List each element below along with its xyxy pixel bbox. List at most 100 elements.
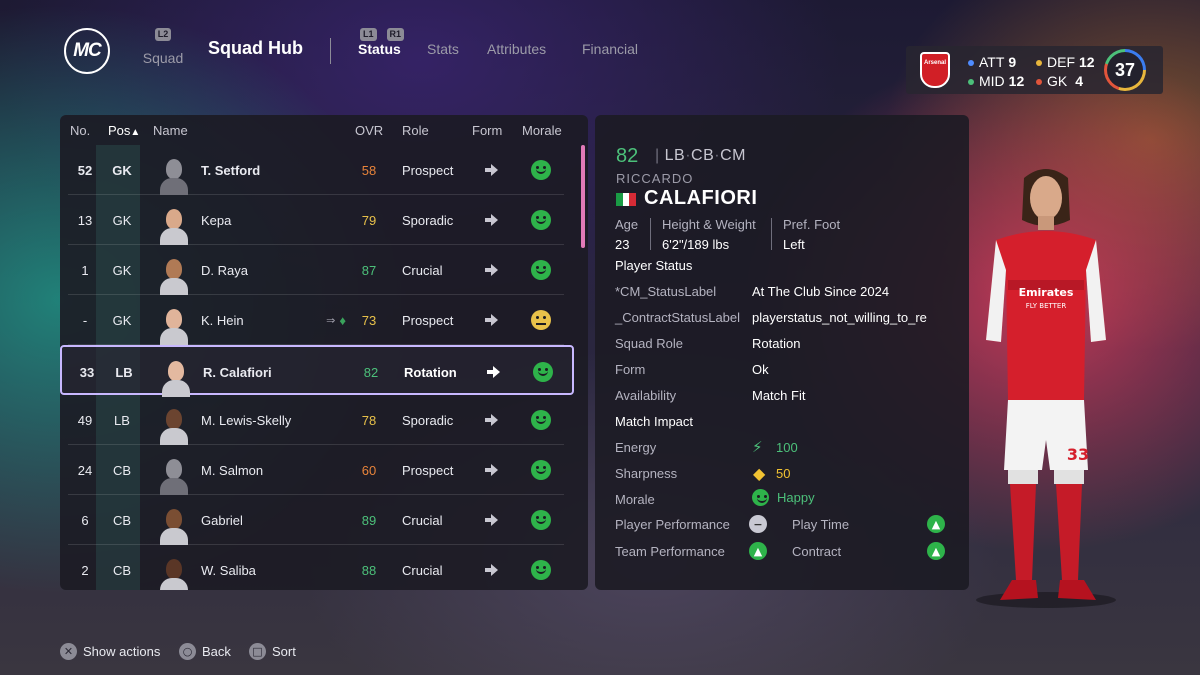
player-avatar xyxy=(156,445,192,495)
morale-smiley-icon xyxy=(526,545,556,590)
row-player-name: Gabriel xyxy=(201,512,243,528)
sharpness-value: 50 xyxy=(776,466,791,481)
sort-ascending-icon: ▲ xyxy=(130,127,141,138)
row-player-name: Kepa xyxy=(201,212,232,228)
avatar xyxy=(159,455,189,495)
gk-dot-icon xyxy=(1036,79,1042,86)
player-avatar xyxy=(156,545,192,590)
table-row[interactable]: - GK K. Hein ⇒ ♦ 73 Prospect xyxy=(68,295,564,345)
back-hint[interactable]: ○ Back xyxy=(179,643,231,660)
height-weight-value: 6'2"/189 lbs xyxy=(662,237,730,252)
energy-label: Energy xyxy=(615,440,657,455)
table-row[interactable]: 49 LB M. Lewis-Skelly 78 Sporadic xyxy=(68,395,564,445)
shorts-number: 33 xyxy=(1067,445,1089,464)
squad-table: No. Pos▲ Name OVR Role Form Morale 52 GK T… xyxy=(60,115,588,590)
row-role: Sporadic xyxy=(402,212,454,228)
row-role: Sporadic xyxy=(402,412,454,428)
status-label: *CM_StatusLabel xyxy=(615,284,717,299)
l2-button-hint: L2 xyxy=(154,28,172,41)
table-row[interactable]: 1 GK D. Raya 87 Crucial xyxy=(68,245,564,295)
sharpness-gem-icon xyxy=(753,464,767,483)
sort-hint[interactable]: □ Sort xyxy=(249,643,296,660)
table-row[interactable]: 13 GK Kepa 79 Sporadic xyxy=(68,195,564,245)
team-mid-stat: MID 12 xyxy=(968,73,1024,89)
row-position: LB xyxy=(115,364,133,380)
row-role: Crucial xyxy=(402,262,443,278)
col-header-morale[interactable]: Morale xyxy=(522,123,562,138)
team-overall-value: 37 xyxy=(1107,52,1143,88)
row-position: CB xyxy=(112,512,132,528)
neutral-indicator-icon: − xyxy=(749,515,767,533)
loan-indicator: ⇒ ♦ xyxy=(306,295,346,345)
col-header-name[interactable]: Name xyxy=(153,123,188,138)
team-att-stat: ATT 9 xyxy=(968,54,1016,70)
age-label: Age xyxy=(615,217,639,232)
energy-bolt-icon xyxy=(752,438,766,456)
row-number: 49 xyxy=(77,412,93,428)
tab-stats[interactable]: Stats xyxy=(427,41,459,57)
form-arrow-icon xyxy=(480,347,508,397)
morale-smiley-icon xyxy=(526,495,556,545)
height-weight-block: Height & Weight 6'2"/189 lbs xyxy=(662,217,756,252)
form-value: Ok xyxy=(752,362,769,377)
player-performance-label: Player Performance xyxy=(615,517,730,532)
show-actions-hint[interactable]: ✕ Show actions xyxy=(60,643,160,660)
avatar xyxy=(159,405,189,445)
def-dot-icon xyxy=(1036,60,1042,67)
player-avatar xyxy=(156,495,192,545)
row-position: CB xyxy=(112,562,132,578)
loan-arrow-icon: ⇒ xyxy=(326,314,336,327)
morale-smiley-icon xyxy=(526,445,556,495)
col-header-role[interactable]: Role xyxy=(402,123,429,138)
squad-nav-label: Squad xyxy=(142,50,184,66)
happy-smiley-icon xyxy=(752,489,769,506)
contract-status-value: playerstatus_not_willing_to_re xyxy=(752,310,927,325)
form-label: Form xyxy=(615,362,646,377)
table-scrollbar[interactable] xyxy=(581,145,585,248)
table-row[interactable]: 24 CB M. Salmon 60 Prospect xyxy=(68,445,564,495)
squad-role-value: Rotation xyxy=(752,336,801,351)
foot-block: Pref. Foot Left xyxy=(783,217,840,252)
table-row[interactable]: 33 LB R. Calafiori 82 Rotation xyxy=(60,345,574,397)
tab-status[interactable]: Status xyxy=(358,41,401,57)
row-player-name: R. Calafiori xyxy=(203,364,272,380)
player-render-image: Emirates FLY BETTER 33 xyxy=(976,169,1116,608)
col-header-ovr[interactable]: OVR xyxy=(355,123,383,138)
team-gk-stat: GK 4 xyxy=(1036,73,1083,89)
squad-nav-button[interactable]: L2 Squad xyxy=(142,24,184,66)
club-crest-icon: ♦ xyxy=(339,312,346,328)
row-number: 24 xyxy=(77,462,93,478)
age-value: 23 xyxy=(615,237,630,252)
mc-logo: MC xyxy=(64,28,110,74)
tab-attributes[interactable]: Attributes xyxy=(487,41,546,57)
table-row[interactable]: 52 GK T. Setford 58 Prospect xyxy=(68,145,564,195)
energy-value-group: 100 xyxy=(752,438,798,456)
match-impact-heading: Match Impact xyxy=(615,414,694,429)
col-header-pos[interactable]: Pos▲ xyxy=(108,123,140,138)
table-row[interactable]: 6 CB Gabriel 89 Crucial xyxy=(68,495,564,545)
player-last-name: CALAFIORI xyxy=(644,187,758,209)
form-arrow-icon xyxy=(478,395,506,445)
row-ovr: 89 xyxy=(361,512,377,528)
thumbs-up-icon: ▲ xyxy=(749,542,767,560)
player-avatar xyxy=(158,347,194,397)
mid-dot-icon xyxy=(968,79,974,86)
tab-financial[interactable]: Financial xyxy=(582,41,638,57)
avatar xyxy=(159,255,189,295)
form-arrow-icon xyxy=(478,545,506,590)
morale-smiley-icon xyxy=(528,347,558,397)
morale-smiley-icon xyxy=(526,145,556,195)
team-overall-ring: 37 xyxy=(1104,49,1146,91)
col-header-form[interactable]: Form xyxy=(472,123,502,138)
contract-label: Contract xyxy=(792,544,842,559)
jersey-sponsor-subtext: FLY BETTER xyxy=(1026,302,1067,310)
row-role: Prospect xyxy=(402,162,454,178)
avatar xyxy=(159,205,189,245)
detail-divider xyxy=(650,218,651,250)
row-position: CB xyxy=(112,462,132,478)
row-role: Crucial xyxy=(402,512,443,528)
col-header-no[interactable]: No. xyxy=(70,123,90,138)
player-avatar xyxy=(156,295,192,345)
row-player-name: D. Raya xyxy=(201,262,248,278)
table-row[interactable]: 2 CB W. Saliba 88 Crucial xyxy=(68,545,564,590)
